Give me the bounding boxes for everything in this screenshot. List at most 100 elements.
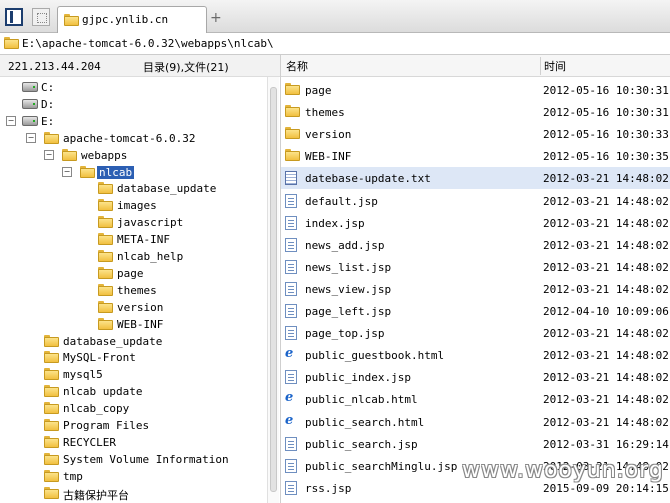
folder-icon [64, 14, 79, 26]
folder-icon [98, 182, 113, 195]
file-time: 2012-03-21 14:48:02 [543, 393, 669, 407]
file-time: 2012-03-21 14:48:02 [543, 216, 669, 230]
file-time: 2012-03-21 14:48:02 [543, 282, 669, 296]
folder-icon [44, 469, 59, 482]
file-icon [285, 259, 297, 274]
server-ip: 221.213.44.204 [8, 60, 101, 73]
file-row[interactable]: e public_nlcab.html 2012-03-21 14:48:02 [281, 388, 670, 410]
file-row[interactable]: news_list.jsp 2012-03-21 14:48:02 [281, 256, 670, 278]
collapse-icon[interactable]: − [44, 149, 54, 160]
file-name: public_index.jsp [305, 371, 411, 385]
tree-item-label: database_update [63, 334, 163, 348]
scrollbar-thumb[interactable] [270, 87, 277, 492]
column-time[interactable]: 时间 [544, 58, 566, 74]
tab-label: gjpc.ynlib.cn [82, 13, 169, 26]
file-row[interactable]: default.jsp 2012-03-21 14:48:02 [281, 190, 670, 212]
file-name: news_view.jsp [305, 282, 392, 296]
tree-item-label: version [117, 300, 164, 314]
file-time: 2012-03-21 14:48:02 [543, 415, 669, 429]
path-bar[interactable]: E:\apache-tomcat-6.0.32\webapps\nlcab\ [0, 33, 670, 55]
file-time: 2015-09-09 20:14:15 [543, 481, 669, 495]
tree-item-label: E: [41, 114, 55, 128]
file-time: 2012-05-16 10:30:31 [543, 84, 669, 97]
file-row[interactable]: public_index.jsp 2012-03-21 14:48:02 [281, 366, 670, 388]
tab-host[interactable]: gjpc.ynlib.cn [57, 6, 207, 33]
tree-item-label: nlcab update [63, 385, 143, 399]
folder-icon [285, 127, 300, 140]
file-name: index.jsp [305, 216, 365, 230]
file-row[interactable]: index.jsp 2012-03-21 14:48:02 [281, 212, 670, 234]
panel-toggle-icon[interactable] [5, 8, 23, 26]
folder-icon [44, 452, 59, 465]
folder-icon [62, 148, 77, 161]
collapse-icon[interactable]: − [26, 132, 36, 143]
file-name: themes [305, 106, 345, 120]
file-row[interactable]: themes 2012-05-16 10:30:31 [281, 101, 670, 123]
drive-icon [22, 82, 38, 92]
item-counts: 目录(9),文件(21) [143, 61, 229, 74]
tree-scrollbar[interactable] [267, 77, 279, 503]
tree-item-label: nlcab_copy [63, 402, 130, 416]
tree-item-label: 古籍保护平台 [63, 488, 129, 502]
file-row[interactable]: e public_search.html 2012-03-21 14:48:02 [281, 411, 670, 433]
new-window-icon[interactable] [32, 8, 50, 26]
file-row[interactable]: public_search.jsp 2012-03-31 16:29:14 [281, 433, 670, 455]
watermark: www.wooyun.org [462, 458, 664, 483]
file-icon [285, 193, 297, 208]
collapse-icon[interactable]: − [62, 166, 72, 177]
file-icon [285, 281, 297, 296]
file-row[interactable]: version 2012-05-16 10:30:33 [281, 123, 670, 145]
folder-icon [98, 199, 113, 212]
column-header: 名称 时间 [281, 55, 670, 77]
file-row[interactable]: e public_guestbook.html 2012-03-21 14:48:0… [281, 344, 670, 366]
file-name: datebase-update.txt [305, 172, 431, 186]
file-name: news_list.jsp [305, 260, 392, 274]
folder-icon [44, 385, 59, 398]
tree-item-label: javascript [117, 216, 184, 230]
file-icon [285, 436, 297, 451]
tree-item-label: nlcab_help [117, 250, 184, 263]
add-tab-button[interactable]: + [210, 10, 222, 26]
info-bar: 221.213.44.204 目录(9),文件(21) [0, 55, 280, 77]
tree-item-label: Program Files [63, 419, 150, 432]
folder-tree: C: D: − E: − apache-tomcat-6.0.32− webapps − nlc… [0, 77, 267, 503]
folder-icon [44, 419, 59, 431]
folder-icon [44, 334, 59, 347]
tree-item-label: apache-tomcat-6.0.32 [63, 131, 196, 145]
file-name: public_search.html [305, 415, 425, 429]
file-name: version [305, 128, 352, 142]
html-file-icon: e [285, 390, 294, 406]
tree-item-label: page [117, 266, 144, 280]
file-row[interactable]: datebase-update.txt 2012-03-21 14:48:02 [281, 167, 670, 190]
file-row[interactable]: page_left.jsp 2012-04-10 10:09:06 [281, 300, 670, 322]
file-name: public_guestbook.html [305, 349, 445, 363]
file-name: public_nlcab.html [305, 393, 418, 407]
file-time: 2012-05-16 10:30:35 [543, 150, 669, 164]
tree-item-label: images [117, 199, 157, 213]
column-name[interactable]: 名称 [286, 58, 308, 74]
file-row[interactable]: news_view.jsp 2012-03-21 14:48:02 [281, 278, 670, 300]
file-time: 2012-04-10 10:09:06 [543, 305, 669, 318]
tree-item-label: D: [41, 97, 55, 111]
file-time: 2012-05-16 10:30:31 [543, 106, 669, 120]
file-time: 2012-03-21 14:48:02 [543, 194, 669, 208]
file-time: 2012-05-16 10:30:33 [543, 128, 669, 142]
file-row[interactable]: page 2012-05-16 10:30:31 [281, 79, 670, 101]
file-row[interactable]: WEB-INF 2012-05-16 10:30:35 [281, 145, 670, 167]
folder-icon [44, 131, 59, 144]
file-time: 2012-03-21 14:48:02 [543, 172, 669, 186]
html-file-icon: e [285, 412, 294, 428]
file-row[interactable]: page_top.jsp 2012-03-21 14:48:02 [281, 322, 670, 344]
file-time: 2012-03-21 14:48:02 [543, 260, 669, 274]
file-icon [285, 326, 297, 341]
folder-icon [44, 402, 59, 415]
tree-item-label: META-INF [117, 233, 170, 247]
column-divider[interactable] [540, 57, 541, 75]
file-name: public_searchMinglu.jsp [305, 459, 458, 473]
file-icon [285, 304, 297, 318]
collapse-icon[interactable]: − [6, 115, 16, 126]
text-file-icon [285, 171, 297, 186]
tree-item-label: System Volume Information [63, 452, 229, 466]
file-row[interactable]: news_add.jsp 2012-03-21 14:48:02 [281, 234, 670, 256]
file-time: 2012-03-21 14:48:02 [543, 327, 669, 341]
